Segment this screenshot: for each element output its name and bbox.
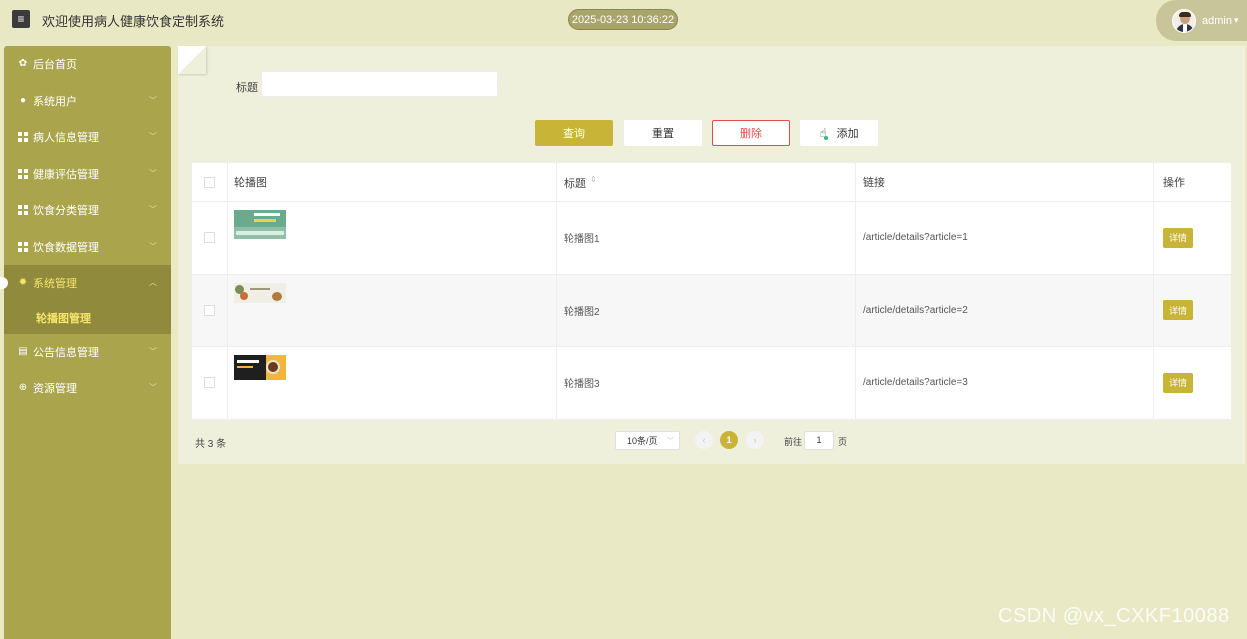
prev-page-button[interactable]: ‹ (695, 431, 713, 449)
sidebar-item-label: 健康评估管理 (33, 168, 99, 181)
avatar (1172, 8, 1196, 33)
select-all-checkbox[interactable] (204, 176, 215, 188)
sort-icon[interactable]: ⇕ (590, 175, 597, 184)
goto-label: 前往 (784, 437, 803, 447)
delete-button[interactable]: 删除 (712, 120, 790, 146)
carousel-table: 轮播图 标题 ⇕ 链接 操作 轮播图1 /article/details?art… (192, 163, 1231, 420)
user-name: admin (1202, 14, 1232, 27)
sidebar-item-diet-category[interactable]: 饮食分类管理 ﹀ (4, 192, 171, 229)
grid-icon (18, 241, 28, 252)
row-checkbox[interactable] (204, 232, 215, 244)
goto-page-input[interactable]: 1 (804, 431, 834, 450)
app-title: 欢迎使用病人健康饮食定制系统 (42, 14, 225, 29)
sidebar-item-label: 资源管理 (33, 383, 77, 396)
goto-unit: 页 (838, 437, 848, 447)
sidebar-item-label: 饮食数据管理 (33, 241, 99, 254)
reset-button[interactable]: 重置 (624, 120, 702, 146)
sidebar-item-health-assessment[interactable]: 健康评估管理 ﹀ (4, 156, 171, 193)
datetime-badge: 2025-03-23 10:36:22 (568, 9, 678, 30)
carousel-thumbnail[interactable] (234, 282, 286, 303)
column-header-image: 轮播图 (228, 163, 557, 201)
active-marker (0, 277, 8, 289)
chevron-down-icon: ﹀ (149, 132, 157, 141)
row-link: /article/details?article=3 (856, 347, 1154, 419)
plus-circle-icon: ⊕ (18, 382, 28, 394)
sidebar-item-label: 公告信息管理 (33, 346, 99, 359)
total-count: 共 3 条 (195, 439, 227, 450)
user-menu[interactable]: admin ▾ (1156, 0, 1247, 41)
next-page-button[interactable]: › (746, 431, 764, 449)
sidebar: ✿ 后台首页 ● 系统用户 ﹀ 病人信息管理 ﹀ 健康评估管理 ﹀ 饮食分类管理… (0, 46, 171, 639)
grid-icon (18, 132, 28, 143)
row-checkbox[interactable] (204, 304, 215, 316)
title-search-input[interactable] (261, 71, 498, 97)
chevron-down-icon: ﹀ (149, 205, 157, 214)
detail-button[interactable]: 详情 (1163, 372, 1193, 393)
page-size-value: 10条/页 (627, 436, 658, 446)
table-row: 轮播图3 /article/details?article=3 详情 (192, 347, 1231, 420)
search-label: 标题 (236, 82, 258, 94)
sidebar-item-system-users[interactable]: ● 系统用户 ﹀ (4, 83, 171, 120)
menu-toggle-icon[interactable]: ≡ (12, 10, 30, 28)
column-header-link: 链接 (856, 163, 1154, 201)
sidebar-item-label: 系统用户 (33, 95, 77, 108)
sidebar-item-resources[interactable]: ⊕ 资源管理 ﹀ (4, 370, 171, 407)
main-panel: 标题 查询 重置 删除 ☝ 添加 轮播图 标题 ⇕ 链接 操作 轮播图1 /ar… (178, 46, 1245, 464)
query-button[interactable]: 查询 (535, 120, 613, 146)
chevron-down-icon: ﹀ (149, 95, 157, 105)
row-title: 轮播图2 (557, 274, 856, 346)
document-icon: ▤ (18, 345, 28, 357)
sidebar-item-patient-info[interactable]: 病人信息管理 ﹀ (4, 119, 171, 156)
grid-icon (18, 205, 28, 216)
chevron-down-icon: ﹀ (149, 346, 157, 356)
table-row: 轮播图1 /article/details?article=1 详情 (192, 202, 1231, 275)
page-button-current[interactable]: 1 (720, 431, 738, 449)
sidebar-item-announcement[interactable]: ▤ 公告信息管理 ﹀ (4, 334, 171, 371)
row-checkbox[interactable] (204, 377, 215, 389)
chevron-down-icon: ﹀ (149, 383, 157, 392)
sidebar-subitem-carousel[interactable]: 轮播图管理 (4, 301, 171, 334)
chevron-down-icon: ﹀ (149, 241, 157, 251)
sidebar-item-home[interactable]: ✿ 后台首页 (4, 46, 171, 83)
chevron-down-icon: ▾ (1233, 15, 1239, 25)
sidebar-item-system-management[interactable]: ✹ 系统管理 ︿ (0, 265, 171, 302)
column-header-title[interactable]: 标题 ⇕ (557, 163, 856, 201)
column-header-actions: 操作 (1163, 177, 1185, 189)
gear-icon: ✹ (18, 277, 28, 289)
page-size-select[interactable]: 10条/页 ﹀ (615, 431, 680, 450)
sidebar-item-label: 饮食分类管理 (33, 205, 99, 218)
chevron-up-icon: ︿ (149, 278, 157, 287)
user-icon: ● (19, 94, 27, 106)
grid-icon (18, 168, 28, 179)
sidebar-item-label: 后台首页 (33, 59, 77, 72)
row-title: 轮播图3 (557, 347, 856, 419)
table-row: 轮播图2 /article/details?article=2 详情 (192, 274, 1231, 347)
sidebar-item-label: 病人信息管理 (33, 132, 99, 145)
add-button-label: 添加 (836, 128, 859, 140)
sidebar-item-diet-data[interactable]: 饮食数据管理 ﹀ (4, 229, 171, 266)
detail-button[interactable]: 详情 (1163, 227, 1193, 248)
top-bar: ≡ 欢迎使用病人健康饮食定制系统 2025-03-23 10:36:22 adm… (0, 0, 1247, 41)
watermark: CSDN @vx_CXKF10088 (998, 605, 1230, 627)
chevron-down-icon: ﹀ (149, 168, 157, 178)
sidebar-item-label: 系统管理 (33, 278, 77, 291)
row-title: 轮播图1 (557, 202, 856, 274)
detail-button[interactable]: 详情 (1163, 300, 1193, 321)
pointer-hand-icon: ☝ (819, 126, 829, 140)
row-link: /article/details?article=1 (856, 202, 1154, 274)
column-header-title-label: 标题 (564, 178, 586, 190)
carousel-thumbnail[interactable] (234, 355, 286, 380)
chevron-down-icon: ﹀ (667, 438, 674, 445)
add-button[interactable]: ☝ 添加 (800, 120, 878, 146)
table-header-row: 轮播图 标题 ⇕ 链接 操作 (192, 163, 1231, 202)
page-corner-fold (178, 46, 206, 74)
row-link: /article/details?article=2 (856, 274, 1154, 346)
carousel-thumbnail[interactable] (234, 210, 286, 239)
home-icon: ✿ (18, 58, 28, 70)
